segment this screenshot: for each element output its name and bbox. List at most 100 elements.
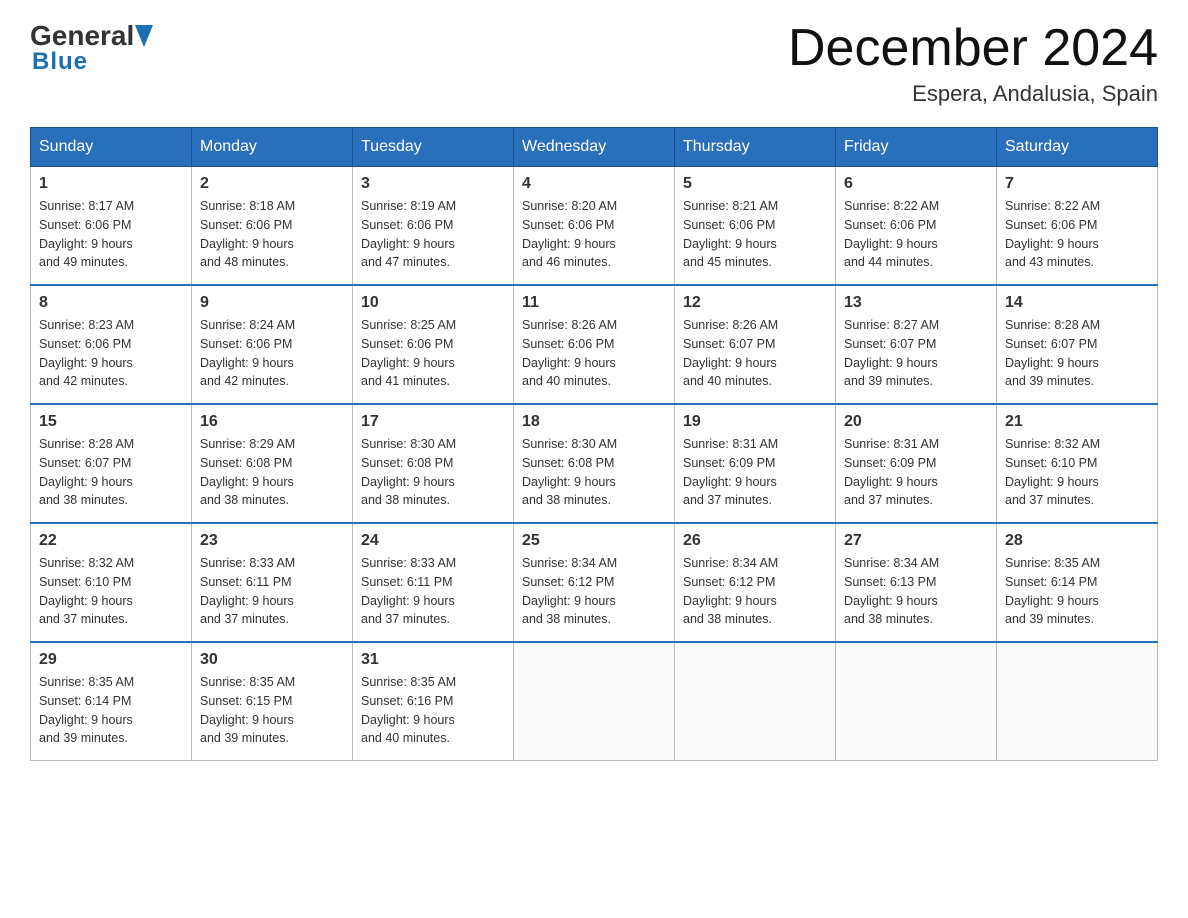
calendar-cell: 20 Sunrise: 8:31 AMSunset: 6:09 PMDaylig… [836,404,997,523]
day-number: 18 [522,413,666,431]
day-number: 19 [683,413,827,431]
calendar-week-row: 1 Sunrise: 8:17 AMSunset: 6:06 PMDayligh… [31,167,1158,286]
calendar-cell [675,642,836,761]
day-number: 21 [1005,413,1149,431]
day-info: Sunrise: 8:17 AMSunset: 6:06 PMDaylight:… [39,197,183,272]
title-block: December 2024 Espera, Andalusia, Spain [788,20,1158,107]
day-number: 23 [200,532,344,550]
day-info: Sunrise: 8:35 AMSunset: 6:16 PMDaylight:… [361,673,505,748]
day-number: 12 [683,294,827,312]
calendar-cell: 4 Sunrise: 8:20 AMSunset: 6:06 PMDayligh… [514,167,675,286]
calendar-week-row: 8 Sunrise: 8:23 AMSunset: 6:06 PMDayligh… [31,285,1158,404]
calendar-cell: 6 Sunrise: 8:22 AMSunset: 6:06 PMDayligh… [836,167,997,286]
calendar-cell: 23 Sunrise: 8:33 AMSunset: 6:11 PMDaylig… [192,523,353,642]
day-info: Sunrise: 8:27 AMSunset: 6:07 PMDaylight:… [844,316,988,391]
calendar-cell: 10 Sunrise: 8:25 AMSunset: 6:06 PMDaylig… [353,285,514,404]
calendar-cell: 30 Sunrise: 8:35 AMSunset: 6:15 PMDaylig… [192,642,353,761]
day-number: 22 [39,532,183,550]
day-info: Sunrise: 8:30 AMSunset: 6:08 PMDaylight:… [522,435,666,510]
logo-blue-text: Blue [32,48,88,75]
calendar-cell: 28 Sunrise: 8:35 AMSunset: 6:14 PMDaylig… [997,523,1158,642]
day-info: Sunrise: 8:30 AMSunset: 6:08 PMDaylight:… [361,435,505,510]
day-number: 30 [200,651,344,669]
calendar-cell: 24 Sunrise: 8:33 AMSunset: 6:11 PMDaylig… [353,523,514,642]
calendar-cell: 27 Sunrise: 8:34 AMSunset: 6:13 PMDaylig… [836,523,997,642]
day-number: 3 [361,175,505,193]
day-number: 29 [39,651,183,669]
day-number: 31 [361,651,505,669]
logo: General Blue [30,20,155,76]
day-info: Sunrise: 8:35 AMSunset: 6:15 PMDaylight:… [200,673,344,748]
calendar-header-thursday: Thursday [675,128,836,167]
calendar-header-saturday: Saturday [997,128,1158,167]
day-number: 6 [844,175,988,193]
location-text: Espera, Andalusia, Spain [788,81,1158,107]
day-number: 26 [683,532,827,550]
calendar-cell: 21 Sunrise: 8:32 AMSunset: 6:10 PMDaylig… [997,404,1158,523]
day-number: 10 [361,294,505,312]
calendar-header-friday: Friday [836,128,997,167]
calendar-cell: 22 Sunrise: 8:32 AMSunset: 6:10 PMDaylig… [31,523,192,642]
calendar-cell: 31 Sunrise: 8:35 AMSunset: 6:16 PMDaylig… [353,642,514,761]
day-number: 24 [361,532,505,550]
day-number: 14 [1005,294,1149,312]
day-number: 28 [1005,532,1149,550]
day-info: Sunrise: 8:29 AMSunset: 6:08 PMDaylight:… [200,435,344,510]
page-header: General Blue December 2024 Espera, Andal… [30,20,1158,107]
day-number: 7 [1005,175,1149,193]
month-title: December 2024 [788,20,1158,77]
day-info: Sunrise: 8:31 AMSunset: 6:09 PMDaylight:… [683,435,827,510]
calendar-cell [836,642,997,761]
calendar-cell: 16 Sunrise: 8:29 AMSunset: 6:08 PMDaylig… [192,404,353,523]
day-number: 15 [39,413,183,431]
day-info: Sunrise: 8:24 AMSunset: 6:06 PMDaylight:… [200,316,344,391]
day-number: 13 [844,294,988,312]
calendar-cell: 13 Sunrise: 8:27 AMSunset: 6:07 PMDaylig… [836,285,997,404]
day-info: Sunrise: 8:33 AMSunset: 6:11 PMDaylight:… [361,554,505,629]
calendar-cell: 14 Sunrise: 8:28 AMSunset: 6:07 PMDaylig… [997,285,1158,404]
day-info: Sunrise: 8:26 AMSunset: 6:07 PMDaylight:… [683,316,827,391]
day-number: 25 [522,532,666,550]
day-info: Sunrise: 8:34 AMSunset: 6:12 PMDaylight:… [683,554,827,629]
calendar-cell: 8 Sunrise: 8:23 AMSunset: 6:06 PMDayligh… [31,285,192,404]
calendar-cell: 19 Sunrise: 8:31 AMSunset: 6:09 PMDaylig… [675,404,836,523]
calendar-cell: 18 Sunrise: 8:30 AMSunset: 6:08 PMDaylig… [514,404,675,523]
calendar-header-monday: Monday [192,128,353,167]
calendar-header-row: SundayMondayTuesdayWednesdayThursdayFrid… [31,128,1158,167]
calendar-cell: 5 Sunrise: 8:21 AMSunset: 6:06 PMDayligh… [675,167,836,286]
calendar-header-sunday: Sunday [31,128,192,167]
calendar-cell: 2 Sunrise: 8:18 AMSunset: 6:06 PMDayligh… [192,167,353,286]
calendar-cell: 17 Sunrise: 8:30 AMSunset: 6:08 PMDaylig… [353,404,514,523]
day-number: 16 [200,413,344,431]
day-number: 9 [200,294,344,312]
day-number: 27 [844,532,988,550]
day-info: Sunrise: 8:32 AMSunset: 6:10 PMDaylight:… [39,554,183,629]
calendar-header-wednesday: Wednesday [514,128,675,167]
calendar-cell: 15 Sunrise: 8:28 AMSunset: 6:07 PMDaylig… [31,404,192,523]
day-info: Sunrise: 8:33 AMSunset: 6:11 PMDaylight:… [200,554,344,629]
calendar-week-row: 29 Sunrise: 8:35 AMSunset: 6:14 PMDaylig… [31,642,1158,761]
day-number: 1 [39,175,183,193]
day-info: Sunrise: 8:22 AMSunset: 6:06 PMDaylight:… [1005,197,1149,272]
day-number: 8 [39,294,183,312]
calendar-cell: 11 Sunrise: 8:26 AMSunset: 6:06 PMDaylig… [514,285,675,404]
day-info: Sunrise: 8:18 AMSunset: 6:06 PMDaylight:… [200,197,344,272]
calendar-cell: 25 Sunrise: 8:34 AMSunset: 6:12 PMDaylig… [514,523,675,642]
calendar-cell: 1 Sunrise: 8:17 AMSunset: 6:06 PMDayligh… [31,167,192,286]
calendar-cell: 26 Sunrise: 8:34 AMSunset: 6:12 PMDaylig… [675,523,836,642]
calendar-cell: 3 Sunrise: 8:19 AMSunset: 6:06 PMDayligh… [353,167,514,286]
day-info: Sunrise: 8:34 AMSunset: 6:13 PMDaylight:… [844,554,988,629]
day-number: 4 [522,175,666,193]
day-info: Sunrise: 8:28 AMSunset: 6:07 PMDaylight:… [39,435,183,510]
calendar-cell: 29 Sunrise: 8:35 AMSunset: 6:14 PMDaylig… [31,642,192,761]
day-info: Sunrise: 8:20 AMSunset: 6:06 PMDaylight:… [522,197,666,272]
day-info: Sunrise: 8:32 AMSunset: 6:10 PMDaylight:… [1005,435,1149,510]
day-info: Sunrise: 8:21 AMSunset: 6:06 PMDaylight:… [683,197,827,272]
day-info: Sunrise: 8:22 AMSunset: 6:06 PMDaylight:… [844,197,988,272]
day-info: Sunrise: 8:26 AMSunset: 6:06 PMDaylight:… [522,316,666,391]
day-info: Sunrise: 8:28 AMSunset: 6:07 PMDaylight:… [1005,316,1149,391]
day-info: Sunrise: 8:23 AMSunset: 6:06 PMDaylight:… [39,316,183,391]
calendar-cell: 12 Sunrise: 8:26 AMSunset: 6:07 PMDaylig… [675,285,836,404]
day-info: Sunrise: 8:35 AMSunset: 6:14 PMDaylight:… [39,673,183,748]
calendar-week-row: 15 Sunrise: 8:28 AMSunset: 6:07 PMDaylig… [31,404,1158,523]
